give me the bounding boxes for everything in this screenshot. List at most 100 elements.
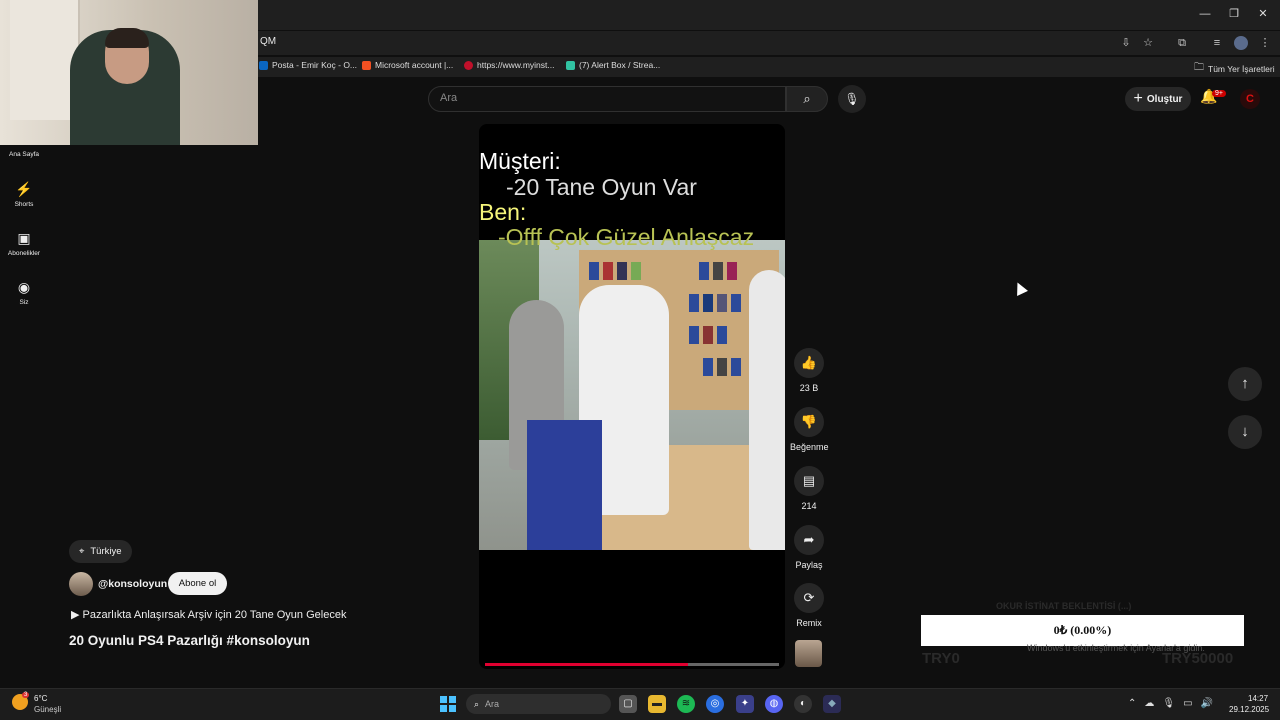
file-explorer-icon[interactable]: ▬ — [648, 695, 666, 713]
share-button[interactable]: ➦ Paylaş — [790, 525, 828, 570]
minimize-icon[interactable]: — — [1195, 6, 1215, 22]
clock-time[interactable]: 14:27 — [1248, 694, 1268, 703]
nav-subscriptions[interactable]: ▣ Abonelikler — [0, 230, 48, 257]
remix-icon: ⟳ — [794, 583, 824, 613]
app-icon[interactable]: ◆ — [823, 695, 841, 713]
obs-icon[interactable]: ◐ — [794, 695, 812, 713]
nav-you-label: Siz — [19, 299, 29, 306]
create-label: Oluştur — [1146, 93, 1183, 105]
taskbar-search[interactable]: ⌕ Ara — [466, 694, 611, 714]
microphone-icon: 🎙 — [844, 92, 860, 106]
location-pin-icon: ⌖ — [79, 546, 85, 557]
activate-windows-watermark: Windows'u etkinleştirmek için Ayarlar'a … — [1027, 643, 1205, 653]
all-bookmarks-label: Tüm Yer İşaretleri — [1208, 63, 1275, 74]
dislike-button[interactable]: 👎 Beğenme — [790, 407, 829, 452]
subscriptions-icon: ▣ — [17, 230, 31, 246]
comment-icon: ▤ — [794, 466, 824, 496]
caption-me-line: -Offf Çok Güzel Anlaşcaz — [498, 224, 755, 250]
location-chip[interactable]: ⌖ Türkiye — [69, 540, 132, 563]
bookmark-label: https://www.myinst... — [477, 60, 555, 70]
bookmark-label: Posta - Emir Koç - O... — [272, 60, 358, 70]
thumbs-up-icon: 👍 — [794, 348, 824, 378]
next-video-button[interactable]: ↓ — [1228, 415, 1262, 449]
nav-subscriptions-label: Abonelikler — [7, 250, 41, 257]
search-icon: ⌕ — [803, 91, 811, 106]
windows-start-icon[interactable] — [440, 696, 456, 712]
outlook-icon — [259, 60, 268, 70]
caption-customer: Müşteri: — [479, 148, 561, 174]
video-progress-fill — [485, 663, 688, 666]
channel-avatar[interactable] — [69, 572, 93, 596]
voice-search-button[interactable]: 🎙 — [838, 85, 866, 113]
notifications-badge: 9+ — [1212, 90, 1226, 97]
bookmark-item[interactable]: Posta - Emir Koç - O... — [259, 60, 357, 70]
maximize-icon[interactable]: ❐ — [1224, 6, 1244, 22]
channel-avatar-top[interactable]: C — [1240, 89, 1260, 109]
clock-date[interactable]: 29.12.2025 — [1229, 705, 1269, 714]
nav-shorts[interactable]: ⚡ Shorts — [0, 181, 48, 208]
location-label: Türkiye — [90, 546, 122, 557]
video-frame — [479, 240, 785, 550]
caption-customer-line: -20 Tane Oyun Var — [506, 174, 697, 200]
mouse-cursor — [1012, 280, 1028, 296]
media-control-icon[interactable]: ≡ — [1210, 36, 1224, 50]
subscribe-button[interactable]: Abone ol — [168, 572, 227, 595]
sound-thumbnail[interactable] — [795, 640, 822, 667]
search-button[interactable]: ⌕ — [786, 86, 828, 112]
bookmark-item[interactable]: https://www.myinst... — [464, 60, 554, 70]
system-tray[interactable]: ⌃☁🎙▭🔊 — [1128, 698, 1221, 709]
shorts-icon: ⚡ — [15, 181, 33, 197]
like-count: 23 B — [799, 383, 819, 393]
site-icon — [464, 60, 473, 70]
goal-min: TRY0 — [922, 650, 960, 667]
folder-icon: 🗀 — [1194, 62, 1204, 73]
spotify-icon[interactable]: ≋ — [677, 695, 695, 713]
account-icon: ◉ — [17, 279, 31, 295]
donation-goal-bar: 0₺ (0.00%) — [921, 615, 1244, 646]
video-progress-bar[interactable] — [485, 663, 779, 666]
remix-button[interactable]: ⟳ Remix — [790, 583, 828, 628]
app-icon[interactable]: ✦ — [736, 695, 754, 713]
remix-label: Remix — [796, 618, 822, 628]
arrow-down-icon: ↓ — [1241, 423, 1249, 440]
weather-temperature[interactable]: 6°C — [34, 694, 47, 703]
url-text[interactable]: QM — [260, 36, 276, 47]
discord-icon[interactable]: ◍ — [765, 695, 783, 713]
webcam-overlay — [0, 0, 258, 145]
video-description[interactable]: ▶ Pazarlıkta Anlaşırsak Arşiv için 20 Ta… — [71, 608, 346, 621]
install-app-icon[interactable]: ⇩ — [1119, 36, 1133, 50]
profile-avatar[interactable] — [1234, 36, 1248, 50]
bookmark-label: Microsoft account |... — [375, 60, 454, 70]
share-icon: ➦ — [794, 525, 824, 555]
bookmark-label: (7) Alert Box / Strea... — [579, 60, 661, 70]
comments-button[interactable]: ▤ 214 — [790, 466, 828, 511]
nav-shorts-label: Shorts — [14, 201, 34, 208]
nav-you[interactable]: ◉ Siz — [0, 279, 48, 306]
search-icon: ⌕ — [474, 698, 480, 709]
nav-home[interactable]: Ana Sayfa — [0, 151, 48, 158]
create-button[interactable]: + Oluştur — [1125, 87, 1191, 111]
caption-me: Ben: — [479, 199, 527, 225]
task-view-icon[interactable]: ▢ — [619, 695, 637, 713]
like-button[interactable]: 👍 23 B — [790, 348, 828, 393]
all-bookmarks[interactable]: 🗀 Tüm Yer İşaretleri — [1194, 60, 1275, 77]
bookmark-star-icon[interactable]: ☆ — [1141, 36, 1155, 50]
comment-count: 214 — [801, 501, 817, 511]
search-placeholder: Ara — [440, 92, 458, 104]
play-icon: ▶ — [71, 609, 83, 621]
close-icon[interactable]: ✕ — [1253, 6, 1273, 22]
search-input[interactable] — [428, 86, 786, 112]
description-text: Pazarlıkta Anlaşırsak Arşiv için 20 Tane… — [82, 609, 347, 621]
menu-icon[interactable]: ⋮ — [1258, 36, 1272, 50]
taskbar-search-placeholder: Ara — [485, 699, 500, 709]
chrome-icon[interactable]: ◎ — [706, 695, 724, 713]
extensions-icon[interactable]: ⧉ — [1175, 36, 1189, 50]
nav-home-label: Ana Sayfa — [9, 151, 39, 158]
channel-name[interactable]: @konsoloyun — [98, 578, 167, 590]
bookmark-item[interactable]: Microsoft account |... — [362, 60, 453, 70]
weather-condition[interactable]: Güneşli — [34, 705, 61, 714]
bookmark-item[interactable]: (7) Alert Box / Strea... — [566, 60, 660, 70]
previous-video-button[interactable]: ↑ — [1228, 367, 1262, 401]
shorts-video-player[interactable]: Müşteri: -20 Tane Oyun Var Ben: -Offf Ço… — [479, 124, 785, 669]
streamlabs-icon — [566, 60, 575, 70]
